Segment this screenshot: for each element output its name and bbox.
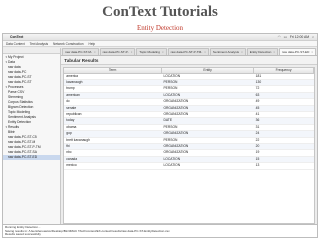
tab[interactable]: raw data-PC-ST-P-TM- ×: [167, 48, 209, 56]
slide-subtitle: Entity Detection: [136, 24, 184, 32]
table-row[interactable]: mexico LOCATION 13: [64, 162, 314, 170]
results-table-body: america LOCATION 181 kavanaugh PERSON 130 trum…: [64, 73, 314, 170]
menu-item-data-context[interactable]: Data Context: [6, 42, 25, 46]
close-tab-icon[interactable]: ×: [241, 49, 243, 56]
project-tree: ▼My Project ▼Data raw data raw data-PC raw d…: [3, 54, 61, 160]
close-tab-icon[interactable]: ×: [94, 49, 96, 56]
menu-item-network-construction[interactable]: Network Construction: [53, 42, 83, 46]
close-tab-icon[interactable]: ×: [131, 49, 133, 56]
sidebar-item-label: raw data-PC-ST-P-TM: [8, 145, 41, 149]
sidebar-item-label: raw data-PC-ST: [8, 75, 32, 79]
sidebar-item-label: raw data-PC-ST-ED: [8, 155, 38, 159]
close-tab-icon[interactable]: ×: [273, 49, 275, 56]
tab[interactable]: raw data-PC-ST-ED ×: [279, 48, 316, 55]
sidebar-item-label: raw data-PC-ST: [8, 80, 32, 84]
wifi-icon[interactable]: ◠: [278, 35, 281, 39]
tab[interactable]: Topic Modeling ×: [136, 48, 167, 56]
tab-label: raw data-PC-ST-M-: [65, 49, 92, 54]
sidebar-item-label: Corpus Statistics: [8, 100, 33, 104]
sidebar-item-label: Processes: [8, 85, 24, 89]
sidebar-item[interactable]: raw data-PC-ST-ED: [3, 155, 61, 160]
cell-frequency: 13: [253, 162, 314, 170]
close-tab-icon[interactable]: ×: [204, 49, 206, 56]
sidebar-item-label: Entity Detection: [8, 120, 32, 124]
tab[interactable]: raw data-PC-ST-M- ×: [62, 48, 99, 56]
results-title: Tabular Results: [61, 56, 317, 65]
battery-icon[interactable]: ▭: [284, 35, 287, 39]
cell-term: mexico: [64, 162, 162, 170]
main-panel: raw data-PC-ST-M- × raw data-PC-ST-P- × Topi…: [61, 48, 317, 224]
sidebar-item-label: raw data-PC-ST-C5: [8, 135, 37, 139]
tab-label: raw data-PC-ST-P-TM-: [170, 49, 203, 54]
results-table: Term Entity Frequency america LOCATION 181…: [64, 68, 314, 170]
close-tab-icon[interactable]: ×: [162, 49, 164, 56]
menubar-clock[interactable]: Fri 12:00 AM: [290, 35, 309, 39]
search-icon[interactable]: ⌕: [312, 35, 314, 39]
tab[interactable]: raw data-PC-ST-P- ×: [99, 48, 136, 56]
sidebar-item-label: Results: [8, 125, 19, 129]
project-sidebar: ▼My Project ▼Data raw data raw data-PC raw d…: [3, 48, 62, 224]
tab-label: raw data-PC-ST-P-: [102, 49, 129, 54]
tab[interactable]: Sentiment Analysis ×: [209, 48, 246, 56]
sidebar-item-label: Stemming: [8, 95, 23, 99]
sidebar-item-label: raw data-PC: [8, 70, 27, 74]
console-line: Results saved successfully: [5, 233, 41, 237]
sidebar-item-label: raw data-PC-ST-SA: [8, 150, 37, 154]
sidebar-item-label: Parse CSV: [8, 90, 25, 94]
tab-label: Entity Detection: [249, 49, 272, 54]
menubar-app-name[interactable]: ConText: [10, 35, 23, 39]
tab-label: raw data-PC-ST-ED: [282, 49, 310, 54]
menu-item-text-analysis[interactable]: Text Analysis: [30, 42, 48, 46]
results-table-container[interactable]: Term Entity Frequency america LOCATION 181…: [63, 67, 315, 224]
sidebar-item-label: Bigram Detection: [8, 105, 34, 109]
app-window: ConText ◠ ▭ Fri 12:00 AM ⌕ Data Context …: [2, 33, 318, 238]
sidebar-item-label: Sentiment Analysis: [8, 115, 36, 119]
console-output: Running Entity Detection... Saving result…: [3, 224, 317, 237]
menu-item-help[interactable]: Help: [89, 42, 96, 46]
sidebar-item-label: raw data-PC-ST-M: [8, 140, 36, 144]
tab-bar: raw data-PC-ST-M- × raw data-PC-ST-P- × Topi…: [61, 48, 317, 56]
sidebar-item-label: Data: [8, 60, 15, 64]
sidebar-item-label: My Project: [8, 55, 24, 59]
tab[interactable]: Entity Detection ×: [246, 48, 279, 56]
sidebar-item-label: Bibtr: [8, 130, 15, 134]
tab-label: Sentiment Analysis: [212, 49, 240, 54]
menubar: ConText ◠ ▭ Fri 12:00 AM ⌕: [3, 34, 317, 41]
cell-entity: LOCATION: [161, 162, 254, 170]
close-tab-icon[interactable]: ×: [311, 49, 313, 56]
sidebar-item-label: raw data: [8, 65, 21, 69]
sidebar-item-label: Topic Modeling: [8, 110, 30, 114]
tab-label: Topic Modeling: [139, 49, 160, 54]
slide-title: ConText Tutorials: [102, 4, 218, 20]
app-menu: Data Context Text Analysis Network Const…: [3, 41, 317, 47]
